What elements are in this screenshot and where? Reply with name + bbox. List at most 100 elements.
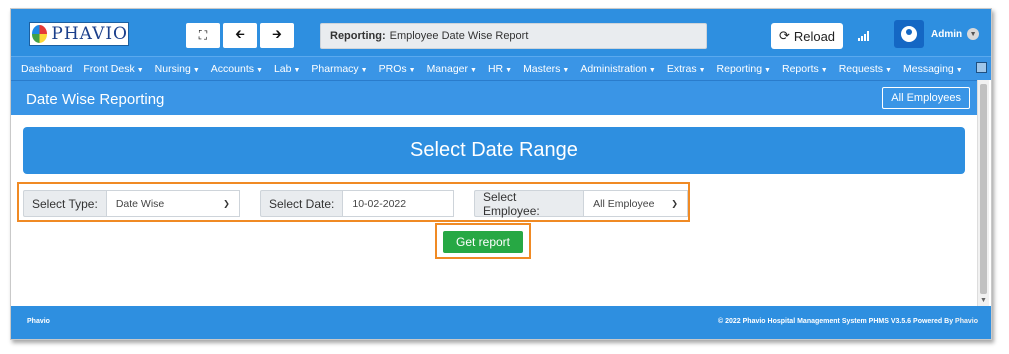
- top-header: PHAVIO ⛶ 🡰 🡲 Reporting: Employee Date Wi…: [11, 9, 991, 56]
- caret-down-icon: ▼: [764, 66, 771, 74]
- get-report-button[interactable]: Get report: [443, 231, 523, 253]
- refresh-icon: ⟳: [778, 28, 790, 43]
- arrow-left-icon: 🡰: [235, 27, 245, 41]
- employee-value: All Employee: [593, 197, 655, 210]
- user-icon: [901, 26, 917, 42]
- menu-item-accounts[interactable]: Accounts ▼: [211, 63, 263, 75]
- menu-item-front-desk[interactable]: Front Desk ▼: [83, 63, 143, 75]
- get-report-highlight: Get report: [435, 223, 531, 259]
- menu-item-label: Reports: [781, 62, 819, 75]
- type-label: Select Type:: [23, 190, 106, 217]
- caret-down-icon: ▼: [256, 66, 263, 74]
- menu-item-dashboard[interactable]: Dashboard: [21, 63, 72, 75]
- date-label: Select Date:: [260, 190, 343, 217]
- footer-brand: Phavio: [27, 318, 50, 325]
- signal-icon: [858, 31, 869, 41]
- menu-item-label: Requests: [838, 62, 884, 75]
- menu-item-extras[interactable]: Extras ▼: [667, 63, 706, 75]
- caret-down-icon: ▼: [408, 66, 416, 74]
- menu-collapse-icon[interactable]: [976, 62, 987, 73]
- user-menu[interactable]: Admin ▼: [931, 28, 980, 40]
- back-button[interactable]: 🡰: [223, 23, 257, 48]
- caret-down-icon: ▼: [955, 66, 963, 74]
- logo-text: PHAVIO: [51, 24, 128, 44]
- menu-item-label: Accounts: [210, 62, 254, 75]
- menu-item-label: PROs: [378, 62, 407, 75]
- caret-down-icon: ▼: [885, 66, 892, 74]
- menu-item-label: Front Desk: [83, 62, 135, 75]
- type-value: Date Wise: [115, 197, 165, 210]
- menu-item-label: Pharmacy: [311, 62, 359, 75]
- menu-item-masters[interactable]: Masters ▼: [523, 63, 569, 75]
- all-employees-button[interactable]: All Employees: [882, 87, 970, 109]
- menu-item-requests[interactable]: Requests ▼: [839, 63, 892, 75]
- caret-down-icon: ▼: [562, 66, 570, 74]
- menu-item-pharmacy[interactable]: Pharmacy ▼: [311, 63, 367, 75]
- caret-down-icon: ▼: [360, 66, 368, 74]
- scroll-down-icon[interactable]: ▼: [980, 297, 987, 304]
- type-select[interactable]: Date Wise ❯: [105, 190, 240, 217]
- menu-item-label: Messaging: [902, 62, 954, 75]
- main-menu: Dashboard Front Desk ▼ Nursing ▼ Accounts ▼ Lab…: [11, 56, 991, 80]
- menu-item-administration[interactable]: Administration ▼: [580, 63, 655, 75]
- fullscreen-button[interactable]: ⛶: [186, 23, 220, 48]
- menu-item-label: Manager: [426, 62, 469, 75]
- caret-down-icon: ▼: [648, 66, 656, 74]
- report-title-field: Reporting: Employee Date Wise Report: [320, 23, 707, 49]
- menu-item-label: Administration: [580, 62, 647, 75]
- menu-item-label: Lab: [273, 62, 292, 75]
- caret-down-icon: ▼: [293, 66, 301, 74]
- date-value: 10-02-2022: [352, 197, 407, 210]
- filter-form: Select Type: Date Wise ❯ Select Date: 10…: [17, 182, 690, 222]
- menu-item-lab[interactable]: Lab ▼: [274, 63, 300, 75]
- type-group: Select Type: Date Wise ❯: [23, 190, 240, 217]
- menu-item-label: Reporting: [716, 62, 763, 75]
- menu-item-reports[interactable]: Reports ▼: [782, 63, 828, 75]
- employee-label: Select Employee:: [474, 190, 584, 218]
- menu-item-nursing[interactable]: Nursing ▼: [155, 63, 200, 75]
- menu-item-label: Masters: [523, 62, 561, 75]
- scrollbar[interactable]: ▼: [977, 80, 989, 306]
- forward-button[interactable]: 🡲: [260, 23, 294, 48]
- caret-down-icon: ▼: [698, 66, 706, 74]
- date-input[interactable]: 10-02-2022: [342, 190, 455, 217]
- chevron-down-icon: ❯: [671, 199, 678, 208]
- menu-item-pros[interactable]: PROs ▼: [379, 63, 416, 75]
- menu-item-manager[interactable]: Manager ▼: [427, 63, 477, 75]
- date-group: Select Date: 10-02-2022: [260, 190, 455, 217]
- footer-copyright: © 2022 Phavio Hospital Management System…: [718, 318, 978, 325]
- caret-down-icon: ▼: [505, 66, 513, 74]
- expand-icon: ⛶: [198, 28, 208, 42]
- menu-item-label: Extras: [666, 62, 697, 75]
- employee-select[interactable]: All Employee ❯: [583, 190, 688, 217]
- app-window: PHAVIO ⛶ 🡰 🡲 Reporting: Employee Date Wi…: [10, 8, 992, 340]
- report-label: Reporting:: [330, 30, 386, 42]
- logo-mark-icon: [32, 25, 48, 43]
- menu-item-reporting[interactable]: Reporting ▼: [717, 63, 771, 75]
- date-range-header: Select Date Range: [23, 127, 965, 174]
- report-value: Employee Date Wise Report: [389, 30, 529, 42]
- menu-item-label: HR: [487, 62, 504, 75]
- arrow-right-icon: 🡲: [272, 27, 282, 41]
- caret-down-icon: ▼: [192, 66, 200, 74]
- menu-item-label: Nursing: [154, 62, 191, 75]
- footer-copyright-text: © 2022 Phavio Hospital Management System…: [718, 318, 954, 325]
- section-header: Date Wise Reporting All Employees: [11, 80, 977, 115]
- menu-item-label: Dashboard: [21, 62, 73, 75]
- user-avatar[interactable]: [894, 20, 924, 48]
- logo[interactable]: PHAVIO: [29, 22, 129, 46]
- employee-group: Select Employee: All Employee ❯: [474, 190, 688, 218]
- caret-down-icon: ▼: [136, 66, 144, 74]
- user-name: Admin: [931, 28, 963, 40]
- section-title: Date Wise Reporting: [26, 91, 165, 108]
- caret-down-icon: ▼: [820, 66, 828, 74]
- menu-item-messaging[interactable]: Messaging ▼: [903, 63, 963, 75]
- chevron-down-icon: ❯: [223, 199, 230, 208]
- scrollbar-thumb[interactable]: [980, 84, 987, 294]
- footer: Phavio © 2022 Phavio Hospital Management…: [11, 306, 991, 339]
- footer-powered-link[interactable]: Phavio: [955, 318, 978, 325]
- menu-item-hr[interactable]: HR ▼: [488, 63, 512, 75]
- chevron-down-icon: ▼: [967, 28, 980, 40]
- reload-button[interactable]: ⟳ Reload: [771, 23, 843, 49]
- reload-label: Reload: [793, 28, 836, 44]
